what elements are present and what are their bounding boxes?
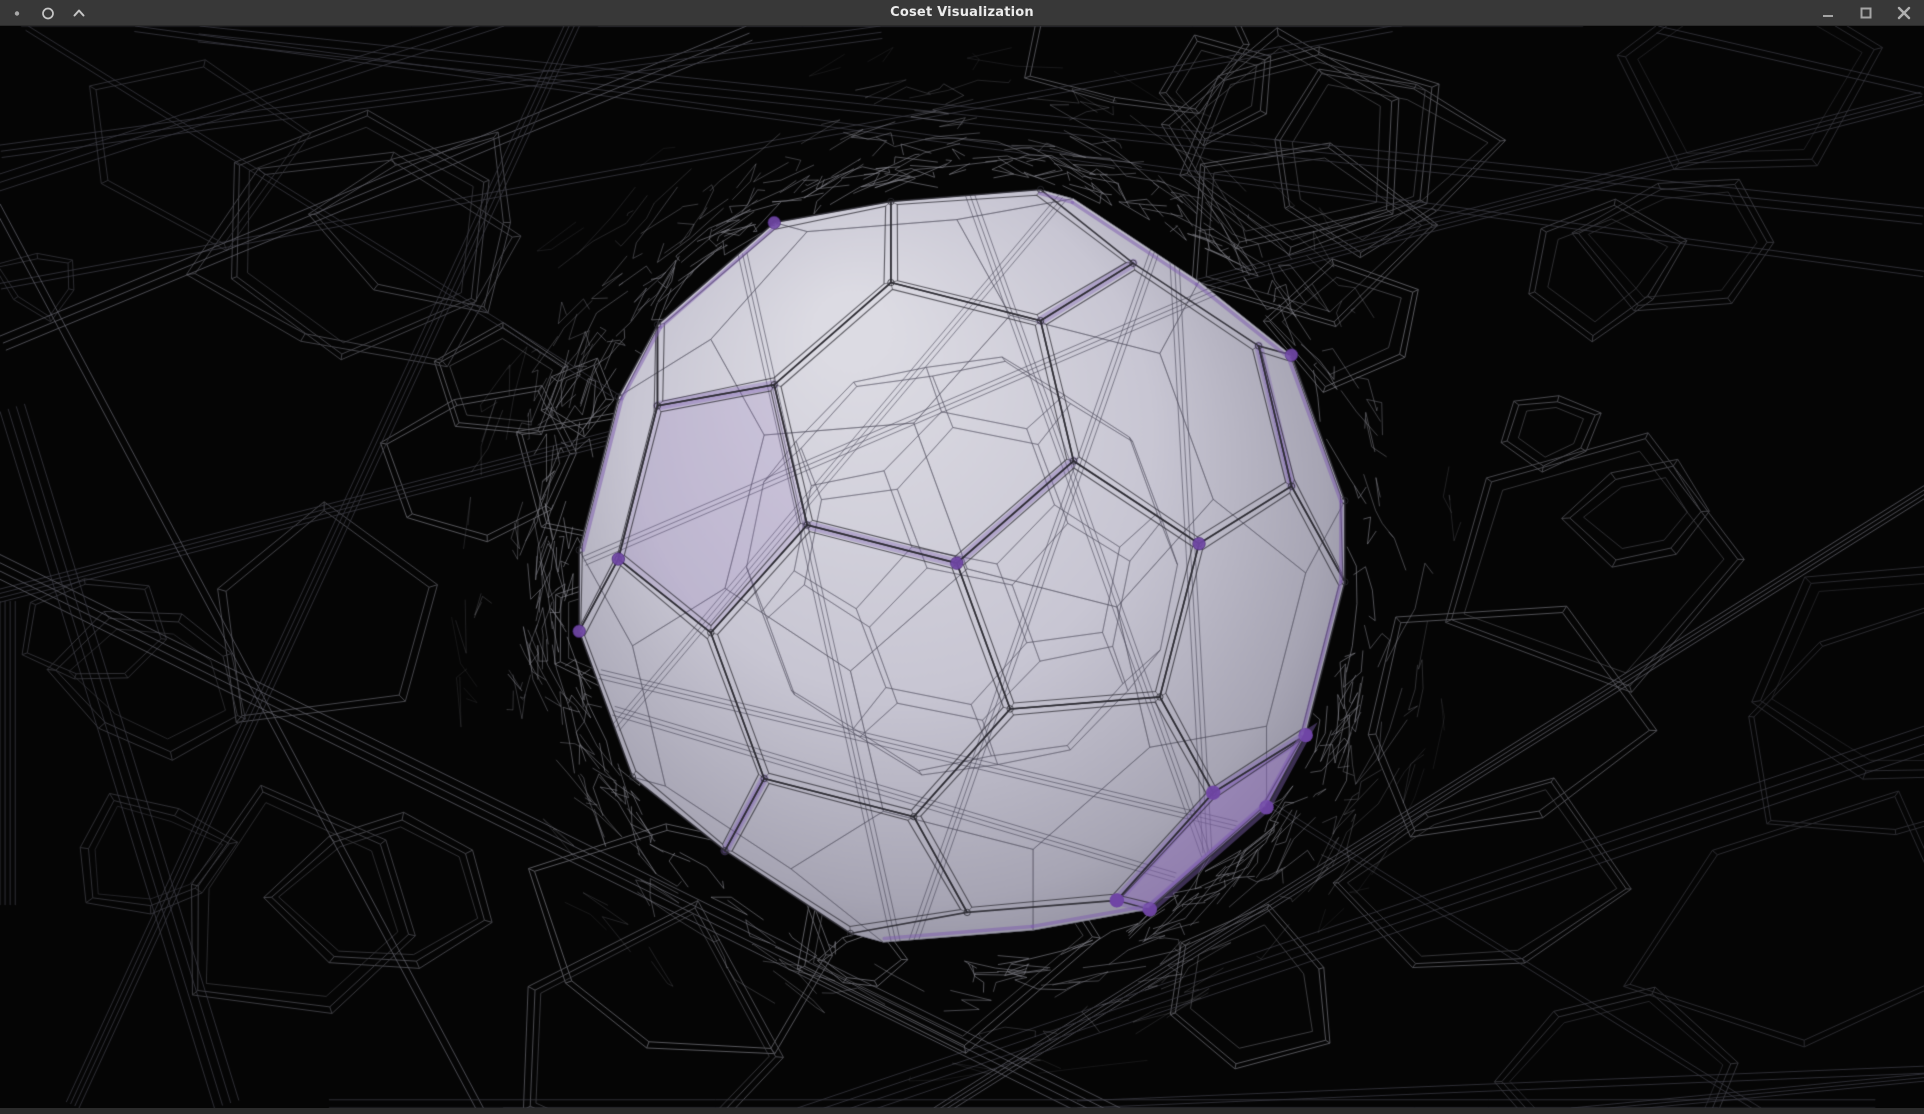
coset-3d-canvas[interactable]: [0, 26, 1924, 1108]
circle-icon[interactable]: [41, 6, 55, 20]
window-title: Coset Visualization: [0, 0, 1924, 26]
dot-icon[interactable]: [10, 6, 24, 20]
close-button[interactable]: [1896, 5, 1912, 21]
chevron-up-icon[interactable]: [72, 6, 86, 20]
minimize-button[interactable]: [1820, 5, 1836, 21]
window-bottom-border: [0, 1108, 1924, 1114]
maximize-button[interactable]: [1858, 5, 1874, 21]
viewport-3d[interactable]: [0, 26, 1924, 1108]
window-controls: [1820, 0, 1912, 25]
titlebar-menu-icons: [10, 0, 86, 25]
app-window: Coset Visualization: [0, 0, 1924, 1114]
titlebar[interactable]: Coset Visualization: [0, 0, 1924, 26]
